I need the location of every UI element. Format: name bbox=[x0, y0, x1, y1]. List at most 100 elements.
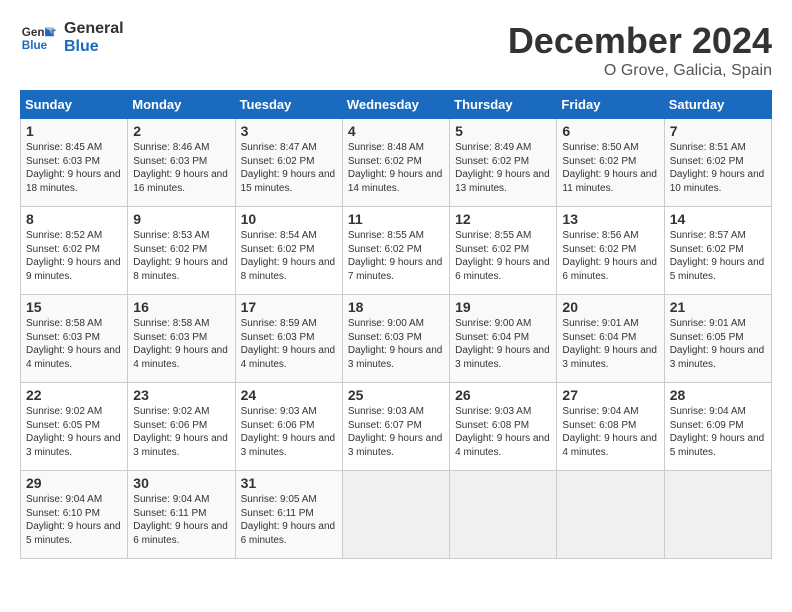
cell-info: Sunrise: 9:04 AM Sunset: 6:09 PM Dayligh… bbox=[670, 405, 766, 459]
calendar-cell: 24 Sunrise: 9:03 AM Sunset: 6:06 PM Dayl… bbox=[235, 383, 342, 471]
header-friday: Friday bbox=[557, 91, 664, 119]
day-number: 16 bbox=[133, 299, 229, 315]
calendar-cell bbox=[450, 471, 557, 559]
calendar-cell: 30 Sunrise: 9:04 AM Sunset: 6:11 PM Dayl… bbox=[128, 471, 235, 559]
calendar-cell bbox=[342, 471, 449, 559]
cell-info: Sunrise: 8:55 AM Sunset: 6:02 PM Dayligh… bbox=[455, 229, 551, 283]
calendar-cell: 4 Sunrise: 8:48 AM Sunset: 6:02 PM Dayli… bbox=[342, 119, 449, 207]
calendar-cell: 9 Sunrise: 8:53 AM Sunset: 6:02 PM Dayli… bbox=[128, 207, 235, 295]
header-wednesday: Wednesday bbox=[342, 91, 449, 119]
calendar-cell: 11 Sunrise: 8:55 AM Sunset: 6:02 PM Dayl… bbox=[342, 207, 449, 295]
day-number: 11 bbox=[348, 211, 444, 227]
page-header: General Blue General Blue December 2024 … bbox=[20, 20, 772, 80]
day-number: 23 bbox=[133, 387, 229, 403]
cell-info: Sunrise: 9:02 AM Sunset: 6:05 PM Dayligh… bbox=[26, 405, 122, 459]
calendar-cell: 23 Sunrise: 9:02 AM Sunset: 6:06 PM Dayl… bbox=[128, 383, 235, 471]
calendar-cell: 15 Sunrise: 8:58 AM Sunset: 6:03 PM Dayl… bbox=[21, 295, 128, 383]
day-number: 14 bbox=[670, 211, 766, 227]
day-number: 10 bbox=[241, 211, 337, 227]
calendar-cell: 12 Sunrise: 8:55 AM Sunset: 6:02 PM Dayl… bbox=[450, 207, 557, 295]
calendar-cell: 31 Sunrise: 9:05 AM Sunset: 6:11 PM Dayl… bbox=[235, 471, 342, 559]
cell-info: Sunrise: 8:58 AM Sunset: 6:03 PM Dayligh… bbox=[133, 317, 229, 371]
calendar-cell: 2 Sunrise: 8:46 AM Sunset: 6:03 PM Dayli… bbox=[128, 119, 235, 207]
header-saturday: Saturday bbox=[664, 91, 771, 119]
day-number: 17 bbox=[241, 299, 337, 315]
calendar-cell bbox=[557, 471, 664, 559]
cell-info: Sunrise: 8:58 AM Sunset: 6:03 PM Dayligh… bbox=[26, 317, 122, 371]
cell-info: Sunrise: 9:00 AM Sunset: 6:04 PM Dayligh… bbox=[455, 317, 551, 371]
day-number: 15 bbox=[26, 299, 122, 315]
day-number: 19 bbox=[455, 299, 551, 315]
header-sunday: Sunday bbox=[21, 91, 128, 119]
calendar-cell: 3 Sunrise: 8:47 AM Sunset: 6:02 PM Dayli… bbox=[235, 119, 342, 207]
calendar-body: 1 Sunrise: 8:45 AM Sunset: 6:03 PM Dayli… bbox=[21, 119, 772, 559]
cell-info: Sunrise: 8:51 AM Sunset: 6:02 PM Dayligh… bbox=[670, 141, 766, 195]
week-row-3: 22 Sunrise: 9:02 AM Sunset: 6:05 PM Dayl… bbox=[21, 383, 772, 471]
week-row-1: 8 Sunrise: 8:52 AM Sunset: 6:02 PM Dayli… bbox=[21, 207, 772, 295]
day-number: 7 bbox=[670, 123, 766, 139]
cell-info: Sunrise: 9:04 AM Sunset: 6:11 PM Dayligh… bbox=[133, 493, 229, 547]
header-thursday: Thursday bbox=[450, 91, 557, 119]
cell-info: Sunrise: 8:46 AM Sunset: 6:03 PM Dayligh… bbox=[133, 141, 229, 195]
calendar-cell: 18 Sunrise: 9:00 AM Sunset: 6:03 PM Dayl… bbox=[342, 295, 449, 383]
week-row-2: 15 Sunrise: 8:58 AM Sunset: 6:03 PM Dayl… bbox=[21, 295, 772, 383]
calendar-cell: 14 Sunrise: 8:57 AM Sunset: 6:02 PM Dayl… bbox=[664, 207, 771, 295]
cell-info: Sunrise: 8:47 AM Sunset: 6:02 PM Dayligh… bbox=[241, 141, 337, 195]
calendar-cell: 25 Sunrise: 9:03 AM Sunset: 6:07 PM Dayl… bbox=[342, 383, 449, 471]
day-number: 31 bbox=[241, 475, 337, 491]
day-number: 29 bbox=[26, 475, 122, 491]
calendar-cell: 13 Sunrise: 8:56 AM Sunset: 6:02 PM Dayl… bbox=[557, 207, 664, 295]
cell-info: Sunrise: 8:56 AM Sunset: 6:02 PM Dayligh… bbox=[562, 229, 658, 283]
day-number: 8 bbox=[26, 211, 122, 227]
day-number: 18 bbox=[348, 299, 444, 315]
day-number: 2 bbox=[133, 123, 229, 139]
day-number: 5 bbox=[455, 123, 551, 139]
day-number: 12 bbox=[455, 211, 551, 227]
day-number: 28 bbox=[670, 387, 766, 403]
cell-info: Sunrise: 8:53 AM Sunset: 6:02 PM Dayligh… bbox=[133, 229, 229, 283]
day-number: 9 bbox=[133, 211, 229, 227]
calendar-cell: 8 Sunrise: 8:52 AM Sunset: 6:02 PM Dayli… bbox=[21, 207, 128, 295]
calendar-cell: 21 Sunrise: 9:01 AM Sunset: 6:05 PM Dayl… bbox=[664, 295, 771, 383]
week-row-0: 1 Sunrise: 8:45 AM Sunset: 6:03 PM Dayli… bbox=[21, 119, 772, 207]
logo-general: General bbox=[64, 20, 124, 38]
calendar-cell: 17 Sunrise: 8:59 AM Sunset: 6:03 PM Dayl… bbox=[235, 295, 342, 383]
calendar-cell: 19 Sunrise: 9:00 AM Sunset: 6:04 PM Dayl… bbox=[450, 295, 557, 383]
cell-info: Sunrise: 8:52 AM Sunset: 6:02 PM Dayligh… bbox=[26, 229, 122, 283]
calendar-cell: 22 Sunrise: 9:02 AM Sunset: 6:05 PM Dayl… bbox=[21, 383, 128, 471]
day-number: 30 bbox=[133, 475, 229, 491]
header-monday: Monday bbox=[128, 91, 235, 119]
calendar-cell: 28 Sunrise: 9:04 AM Sunset: 6:09 PM Dayl… bbox=[664, 383, 771, 471]
cell-info: Sunrise: 8:59 AM Sunset: 6:03 PM Dayligh… bbox=[241, 317, 337, 371]
day-number: 6 bbox=[562, 123, 658, 139]
calendar-header-row: SundayMondayTuesdayWednesdayThursdayFrid… bbox=[21, 91, 772, 119]
calendar-cell: 10 Sunrise: 8:54 AM Sunset: 6:02 PM Dayl… bbox=[235, 207, 342, 295]
cell-info: Sunrise: 9:01 AM Sunset: 6:04 PM Dayligh… bbox=[562, 317, 658, 371]
day-number: 26 bbox=[455, 387, 551, 403]
cell-info: Sunrise: 9:04 AM Sunset: 6:10 PM Dayligh… bbox=[26, 493, 122, 547]
day-number: 3 bbox=[241, 123, 337, 139]
svg-text:Blue: Blue bbox=[22, 39, 48, 52]
cell-info: Sunrise: 9:03 AM Sunset: 6:07 PM Dayligh… bbox=[348, 405, 444, 459]
week-row-4: 29 Sunrise: 9:04 AM Sunset: 6:10 PM Dayl… bbox=[21, 471, 772, 559]
calendar-cell: 26 Sunrise: 9:03 AM Sunset: 6:08 PM Dayl… bbox=[450, 383, 557, 471]
month-title: December 2024 bbox=[508, 20, 772, 62]
day-number: 1 bbox=[26, 123, 122, 139]
title-block: December 2024 O Grove, Galicia, Spain bbox=[508, 20, 772, 80]
cell-info: Sunrise: 9:00 AM Sunset: 6:03 PM Dayligh… bbox=[348, 317, 444, 371]
calendar-cell: 20 Sunrise: 9:01 AM Sunset: 6:04 PM Dayl… bbox=[557, 295, 664, 383]
day-number: 4 bbox=[348, 123, 444, 139]
cell-info: Sunrise: 8:50 AM Sunset: 6:02 PM Dayligh… bbox=[562, 141, 658, 195]
day-number: 25 bbox=[348, 387, 444, 403]
calendar-cell: 1 Sunrise: 8:45 AM Sunset: 6:03 PM Dayli… bbox=[21, 119, 128, 207]
cell-info: Sunrise: 9:04 AM Sunset: 6:08 PM Dayligh… bbox=[562, 405, 658, 459]
cell-info: Sunrise: 9:01 AM Sunset: 6:05 PM Dayligh… bbox=[670, 317, 766, 371]
day-number: 21 bbox=[670, 299, 766, 315]
day-number: 22 bbox=[26, 387, 122, 403]
cell-info: Sunrise: 9:03 AM Sunset: 6:06 PM Dayligh… bbox=[241, 405, 337, 459]
calendar-cell: 27 Sunrise: 9:04 AM Sunset: 6:08 PM Dayl… bbox=[557, 383, 664, 471]
header-tuesday: Tuesday bbox=[235, 91, 342, 119]
cell-info: Sunrise: 8:57 AM Sunset: 6:02 PM Dayligh… bbox=[670, 229, 766, 283]
cell-info: Sunrise: 8:54 AM Sunset: 6:02 PM Dayligh… bbox=[241, 229, 337, 283]
calendar-cell: 29 Sunrise: 9:04 AM Sunset: 6:10 PM Dayl… bbox=[21, 471, 128, 559]
